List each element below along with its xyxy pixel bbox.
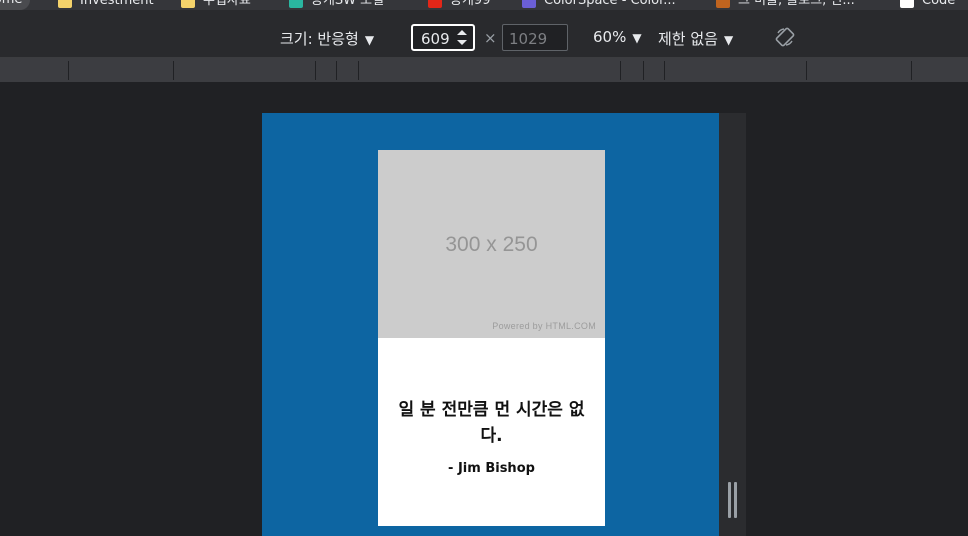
media-query-bar[interactable] <box>0 58 968 82</box>
bookmark-label: Code <box>922 0 956 8</box>
dimensions-dropdown[interactable]: 크기: 반응형 ▼ <box>280 28 374 49</box>
zoom-label: 60% <box>593 28 627 46</box>
caret-down-icon: ▼ <box>632 31 642 45</box>
bookmark-label: Investment <box>80 0 154 8</box>
folder-icon <box>58 0 72 8</box>
dimensions-label: 크기: 반응형 <box>280 30 359 48</box>
bookmark-label: 공개SW 포털 <box>311 0 385 8</box>
bookmark-label: 수업자료 <box>203 0 251 8</box>
width-value: 609 <box>421 30 450 48</box>
ad-placeholder[interactable]: 300 x 250 Powered by HTML.COM <box>378 150 605 338</box>
caret-down-icon: ▼ <box>364 33 375 47</box>
app-icon <box>289 0 303 8</box>
code-icon <box>900 0 914 8</box>
bookmark-opensw[interactable]: 공개SW 포털 <box>289 0 384 9</box>
quote-card: 300 x 250 Powered by HTML.COM 일 분 전만큼 먼 … <box>378 150 605 526</box>
throttle-dropdown[interactable]: 제한 없음 ▼ <box>658 28 733 49</box>
height-input[interactable]: 1029 <box>502 24 568 51</box>
bookmark-label: ColorSpace - Color... <box>544 0 676 8</box>
bookmark-label: 그 미술, 블로그, 인... <box>738 0 855 8</box>
bookmark-class-materials[interactable]: 수업자료 <box>181 0 251 9</box>
brush-icon <box>716 0 730 8</box>
width-input[interactable]: 609 <box>411 24 475 51</box>
app-icon <box>428 0 442 8</box>
emulated-viewport[interactable]: 300 x 250 Powered by HTML.COM 일 분 전만큼 먼 … <box>262 113 719 536</box>
bookmark-investment[interactable]: Investment <box>58 0 154 9</box>
bookmark-art-blog[interactable]: 그 미술, 블로그, 인... <box>716 0 855 9</box>
bookmark-colorspace[interactable]: ColorSpace - Color... <box>522 0 676 9</box>
device-toolbar: 크기: 반응형 ▼ 609 × 1029 60% ▼ 제한 없음 ▼ <box>0 10 968 58</box>
bookmark-home[interactable]: Home <box>0 0 31 10</box>
ad-powered-by: Powered by HTML.COM <box>492 321 596 331</box>
viewport-side-track <box>719 113 746 536</box>
bookmark-code[interactable]: Code <box>900 0 955 9</box>
colorspace-icon <box>522 0 536 8</box>
throttle-label: 제한 없음 <box>658 30 718 48</box>
bookmarks-bar: Home Investment 수업자료 공개SW 포털 공개99 ColorS… <box>0 0 968 10</box>
bookmark-gong99[interactable]: 공개99 <box>428 0 490 9</box>
quote-text: 일 분 전만큼 먼 시간은 없다. <box>398 400 585 446</box>
bookmark-label: Home <box>0 0 22 10</box>
rotate-icon[interactable] <box>775 27 795 47</box>
quote-author: - Jim Bishop <box>448 461 535 476</box>
times-separator: × <box>484 29 497 47</box>
folder-icon <box>181 0 195 8</box>
resize-handle[interactable] <box>728 482 738 518</box>
spinner-icon[interactable] <box>457 29 467 46</box>
bookmark-label: 공개99 <box>450 0 491 8</box>
zoom-dropdown[interactable]: 60% ▼ <box>593 28 642 46</box>
height-placeholder: 1029 <box>509 30 548 48</box>
ad-size-text: 300 x 250 <box>445 233 538 256</box>
caret-down-icon: ▼ <box>723 33 734 47</box>
